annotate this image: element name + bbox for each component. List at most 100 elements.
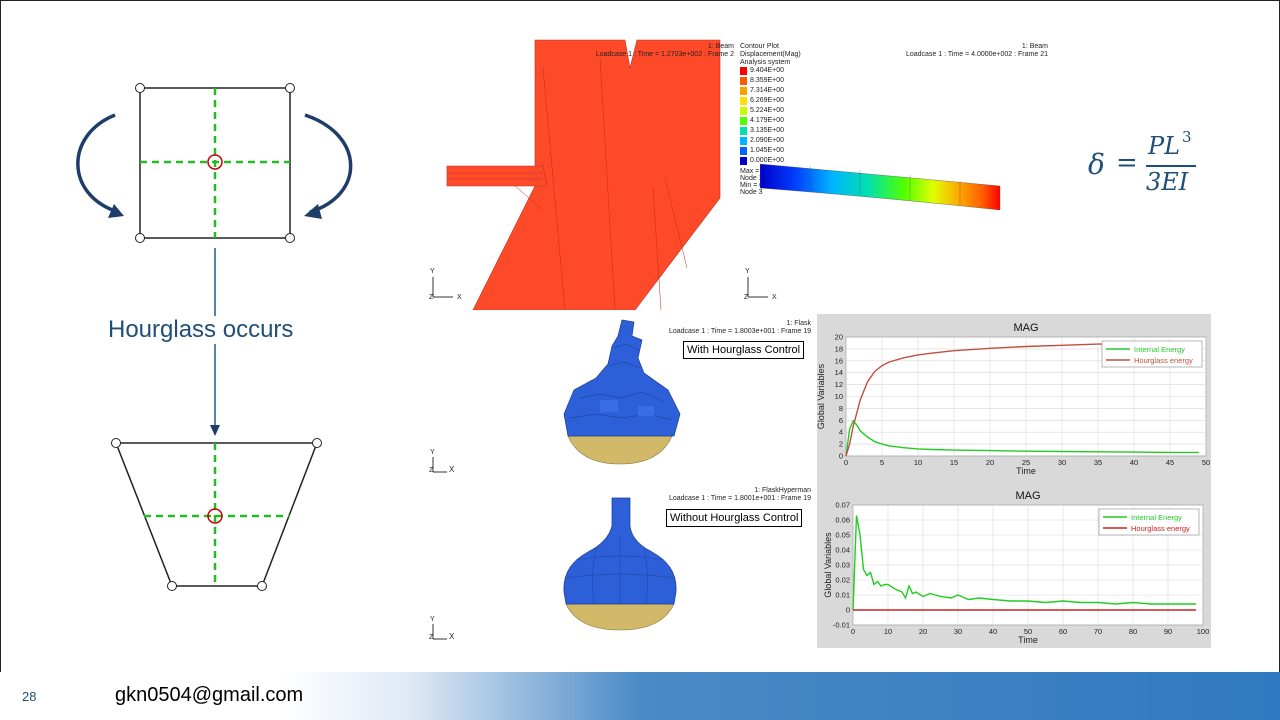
contour-level-label: 7.314E+00 — [750, 87, 785, 94]
contour-swatch — [740, 157, 747, 165]
node-bottom-left — [135, 233, 145, 243]
x-tick-label: 5 — [880, 458, 884, 467]
contour-swatch — [740, 67, 747, 75]
x-tick-label: 80 — [1129, 627, 1137, 636]
y-tick-label: 0.05 — [835, 531, 850, 540]
axis-z-label-right: Z — [744, 294, 749, 301]
contour-swatch — [740, 117, 747, 125]
x-axis-label: Time — [1016, 466, 1036, 476]
x-tick-label: 0 — [851, 627, 855, 636]
contour-title: Contour Plot — [740, 43, 779, 50]
beam-red-render — [446, 39, 721, 310]
formula-equals: = — [1116, 148, 1138, 178]
legend-label: Internal Energy — [1134, 345, 1185, 354]
page-number: 28 — [22, 689, 37, 704]
axis-z-flask-with: Z — [429, 467, 434, 474]
axis-x-label-right: X — [772, 294, 777, 301]
x-tick-label: 70 — [1094, 627, 1102, 636]
x-tick-label: 0 — [844, 458, 848, 467]
y-tick-label: 8 — [839, 404, 843, 413]
axis-x-flask-without: X — [449, 632, 455, 641]
contour-level-label: 5.224E+00 — [750, 107, 785, 114]
flask-without-control-render — [563, 497, 677, 631]
contour-level: 2.090E+00 — [740, 136, 800, 146]
x-tick-label: 90 — [1164, 627, 1172, 636]
x-tick-label: 35 — [1094, 458, 1102, 467]
axis-y-flask-with: Y — [430, 449, 435, 456]
axis-z-flask-without: Z — [429, 634, 434, 641]
node-top-right — [285, 83, 295, 93]
beam-left-header-line: Loadcase 1 : Time = 1.2703e+002 : Frame … — [595, 51, 734, 58]
x-axis-label: Time — [1018, 635, 1038, 645]
deformed-node-tl — [111, 438, 121, 448]
contour-swatch — [740, 147, 747, 155]
author-email[interactable]: gkn0504@gmail.com — [115, 684, 303, 707]
axis-x-flask-with: X — [449, 465, 455, 474]
contour-level: 8.359E+00 — [740, 76, 800, 86]
trapezoid-element — [114, 442, 319, 587]
y-axis-label: Global Variables — [823, 532, 833, 598]
x-tick-label: 20 — [986, 458, 994, 467]
y-tick-label: 0 — [839, 452, 843, 461]
chart-title: MAG — [1013, 322, 1038, 334]
contour-swatch — [740, 107, 747, 115]
hourglass-caption: Hourglass occurs — [107, 316, 295, 344]
contour-swatch — [740, 77, 747, 85]
contour-level: 5.224E+00 — [740, 106, 800, 116]
legend-label: Hourglass energy — [1131, 524, 1190, 533]
contour-level: 3.135E+00 — [740, 126, 800, 136]
formula-denominator: 3EI — [1146, 168, 1189, 196]
contour-legend: 9.404E+00 8.359E+00 7.314E+00 6.269E+00 5.22… — [740, 66, 800, 166]
contour-level-label: 6.269E+00 — [750, 97, 785, 104]
x-tick-label: 10 — [914, 458, 922, 467]
deformed-node-br — [257, 581, 267, 591]
formula-exponent: 3 — [1182, 128, 1192, 146]
y-tick-label: 14 — [835, 368, 843, 377]
x-tick-label: 10 — [884, 627, 892, 636]
flask-without-header-title: 1: FlaskHyperman — [754, 487, 811, 494]
y-tick-label: 0 — [846, 606, 850, 615]
contour-level: 6.269E+00 — [740, 96, 800, 106]
x-tick-label: 20 — [919, 627, 927, 636]
formula-fraction-bar — [1146, 165, 1196, 167]
legend-label: Hourglass energy — [1134, 356, 1193, 365]
x-tick-label: 40 — [1130, 458, 1138, 467]
y-tick-label: 12 — [835, 380, 843, 389]
left-bending-arrow — [76, 113, 119, 214]
contour-level-label: 1.045E+00 — [750, 147, 785, 154]
contour-level-label: 2.090E+00 — [750, 137, 785, 144]
chart-title: MAG — [1015, 490, 1040, 502]
y-tick-label: 0.07 — [835, 501, 850, 510]
contour-level-label: 9.404E+00 — [750, 67, 785, 74]
beam-contour-render — [760, 163, 1001, 211]
contour-level: 4.179E+00 — [740, 116, 800, 126]
down-arrow-head — [210, 425, 220, 436]
contour-level-label: 4.179E+00 — [750, 117, 785, 124]
y-tick-label: 6 — [839, 416, 843, 425]
right-arrow-head — [304, 204, 322, 219]
deformed-node-bl — [167, 581, 177, 591]
x-tick-label: 100 — [1197, 627, 1210, 636]
contour-swatch — [740, 137, 747, 145]
contour-subtitle: Displacement(Mag) — [740, 51, 801, 58]
node-top-left — [135, 83, 145, 93]
y-tick-label: 16 — [835, 356, 843, 365]
contour-level-label: 3.135E+00 — [750, 127, 785, 134]
y-tick-label: 10 — [835, 392, 843, 401]
y-tick-label: -0.01 — [833, 621, 850, 630]
energy-chart-without-control: 0 10 20 30 40 50 60 70 80 90 100-0.0100.010.020.03… — [823, 490, 1210, 645]
y-axis-label: Global Variables — [817, 363, 826, 429]
x-tick-label: 45 — [1166, 458, 1174, 467]
y-tick-label: 18 — [835, 344, 843, 353]
y-tick-label: 0.03 — [835, 561, 850, 570]
y-tick-label: 20 — [835, 333, 843, 342]
x-tick-label: 15 — [950, 458, 958, 467]
deflection-formula: δ = PL 3 3EI — [1088, 128, 1208, 200]
beam-right-header-title: 1: Beam — [1021, 43, 1048, 50]
y-tick-label: 0.06 — [835, 516, 850, 525]
y-tick-label: 0.02 — [835, 576, 850, 585]
y-tick-label: 0.04 — [835, 546, 850, 555]
x-tick-label: 40 — [989, 627, 997, 636]
axis-y-label-right: Y — [745, 268, 750, 275]
contour-swatch — [740, 127, 747, 135]
